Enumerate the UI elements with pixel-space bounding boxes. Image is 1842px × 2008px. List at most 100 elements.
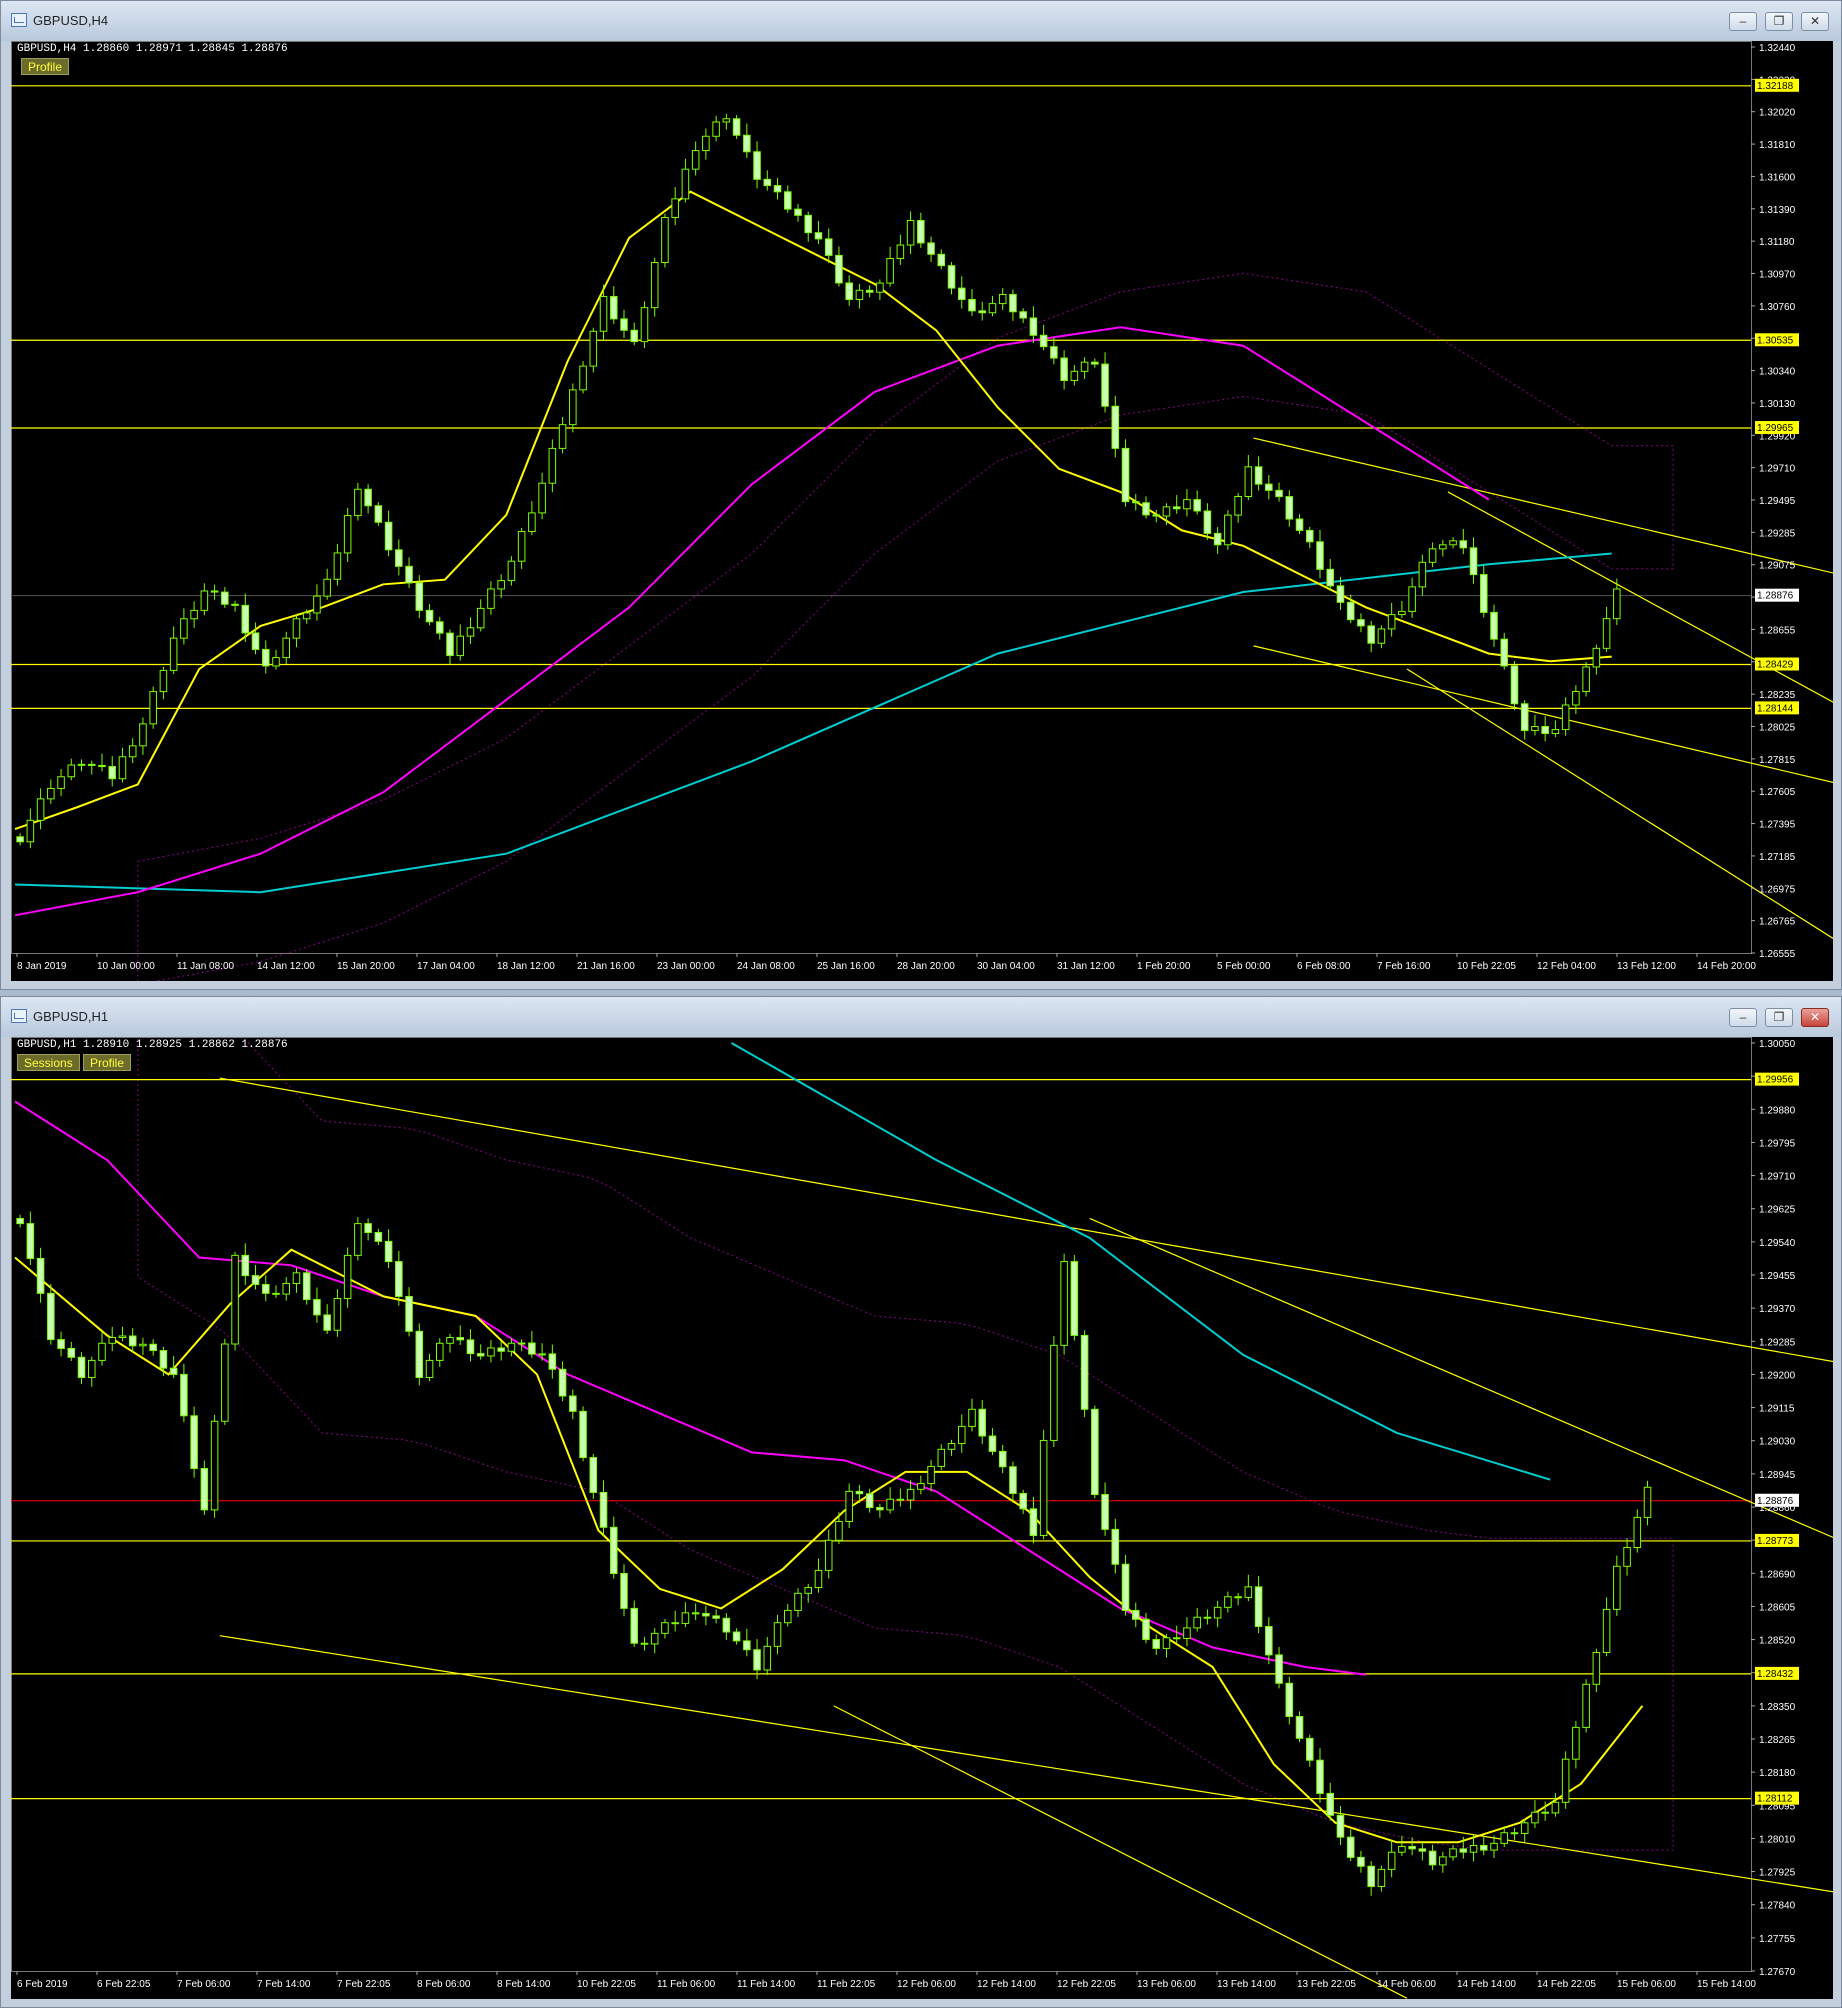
price-tick-label: 1.29710 bbox=[1759, 464, 1796, 475]
price-tick-label: 1.30130 bbox=[1759, 399, 1796, 410]
candle-body bbox=[139, 1343, 147, 1347]
candle-body bbox=[1285, 496, 1294, 520]
profile-button[interactable]: Profile bbox=[21, 58, 70, 75]
candle-body bbox=[108, 1336, 117, 1344]
candle-body bbox=[87, 1359, 96, 1379]
candle-body bbox=[917, 1483, 925, 1490]
price-tick-label: 1.29455 bbox=[1759, 1271, 1796, 1282]
candle-body bbox=[1193, 1616, 1201, 1629]
candle-body bbox=[67, 764, 76, 778]
candle-body bbox=[886, 1498, 894, 1511]
candle-body bbox=[1009, 1466, 1017, 1494]
candle-body bbox=[743, 134, 751, 153]
candle-body bbox=[661, 216, 669, 264]
price-chart-h4[interactable]: 1.324401.322301.320201.318101.316001.313… bbox=[11, 41, 1833, 981]
candle-body bbox=[190, 609, 198, 620]
minimize-button[interactable]: – bbox=[1729, 12, 1757, 31]
time-tick-label: 13 Feb 12:00 bbox=[1617, 961, 1676, 972]
candle-body bbox=[1479, 574, 1488, 613]
candle-body bbox=[671, 1622, 679, 1625]
moving-average-mid bbox=[14, 326, 1490, 917]
candle-body bbox=[1520, 703, 1529, 732]
candle-body bbox=[804, 214, 813, 234]
price-level-label: 1.28876 bbox=[1757, 591, 1794, 602]
candle-body bbox=[927, 242, 935, 255]
title-bar[interactable]: GBPUSD,H4 – ❐ ✕ bbox=[1, 1, 1841, 41]
candle-body bbox=[1428, 548, 1437, 563]
price-tick-label: 1.29115 bbox=[1759, 1404, 1795, 1415]
price-tick-label: 1.30340 bbox=[1759, 367, 1796, 378]
price-tick-label: 1.28690 bbox=[1759, 1569, 1796, 1580]
price-tick-label: 1.31600 bbox=[1759, 172, 1796, 183]
price-tick-label: 1.29625 bbox=[1759, 1205, 1796, 1216]
candle-body bbox=[1070, 370, 1079, 381]
candle-body bbox=[1234, 1596, 1242, 1599]
candle-body bbox=[343, 1254, 352, 1300]
candle-body bbox=[906, 219, 915, 246]
profile-button[interactable]: Profile bbox=[83, 1054, 132, 1071]
price-tick-label: 1.28945 bbox=[1759, 1470, 1796, 1481]
candle-body bbox=[313, 1299, 321, 1316]
close-button[interactable]: ✕ bbox=[1801, 12, 1829, 31]
candle-body bbox=[1387, 1851, 1396, 1870]
candle-body bbox=[835, 1521, 843, 1541]
title-bar[interactable]: GBPUSD,H1 – ❐ ✕ bbox=[1, 997, 1841, 1037]
candle-body bbox=[1111, 405, 1120, 449]
candlestick-chart-h4[interactable]: 1.324401.322301.320201.318101.316001.313… bbox=[11, 41, 1833, 981]
close-button[interactable]: ✕ bbox=[1801, 1008, 1829, 1027]
candle-body bbox=[957, 287, 966, 300]
price-tick-label: 1.28605 bbox=[1759, 1602, 1796, 1613]
candle-body bbox=[466, 1339, 475, 1355]
candle-body bbox=[732, 118, 741, 136]
candle-body bbox=[1398, 1845, 1406, 1853]
price-chart-h1[interactable]: 1.300501.299651.298801.297951.297101.296… bbox=[11, 1037, 1833, 1999]
candle-body bbox=[1643, 1486, 1652, 1518]
time-tick-label: 24 Jan 08:00 bbox=[737, 961, 795, 972]
candle-body bbox=[1418, 561, 1427, 588]
candle-body bbox=[1408, 1845, 1416, 1850]
candle-body bbox=[456, 1336, 465, 1341]
time-tick-label: 10 Jan 00:00 bbox=[97, 961, 155, 972]
candle-body bbox=[1295, 1715, 1304, 1739]
candle-body bbox=[794, 1592, 802, 1611]
restore-button[interactable]: ❐ bbox=[1765, 12, 1793, 31]
candle-body bbox=[323, 578, 331, 597]
candle-body bbox=[1346, 601, 1355, 621]
chart-window-h1[interactable]: GBPUSD,H1 – ❐ ✕ 1.300501.299651.298801.2… bbox=[0, 996, 1842, 2008]
candle-body bbox=[476, 607, 485, 629]
candle-body bbox=[855, 289, 864, 300]
candle-body bbox=[1613, 588, 1621, 620]
candle-body bbox=[98, 1342, 106, 1361]
candle-body bbox=[1131, 1609, 1140, 1620]
candle-body bbox=[26, 1223, 35, 1259]
restore-button[interactable]: ❐ bbox=[1765, 1008, 1793, 1027]
price-tick-label: 1.29540 bbox=[1759, 1238, 1796, 1249]
candle-body bbox=[415, 1330, 424, 1379]
candle-body bbox=[476, 1353, 485, 1357]
time-tick-label: 15 Feb 06:00 bbox=[1617, 1979, 1676, 1990]
ichimoku-cloud bbox=[137, 1037, 1674, 1851]
price-tick-label: 1.29285 bbox=[1759, 528, 1796, 539]
sessions-button[interactable]: Sessions bbox=[17, 1054, 80, 1071]
candle-body bbox=[640, 307, 649, 343]
candle-body bbox=[374, 1231, 383, 1242]
window-title: GBPUSD,H4 bbox=[33, 13, 109, 28]
candle-body bbox=[650, 1632, 659, 1645]
candle-body bbox=[773, 185, 782, 193]
time-tick-label: 12 Feb 06:00 bbox=[897, 1979, 956, 1990]
candle-body bbox=[1111, 1528, 1120, 1565]
time-tick-label: 13 Feb 14:00 bbox=[1217, 1979, 1276, 1990]
price-tick-label: 1.28235 bbox=[1759, 690, 1796, 701]
candle-body bbox=[343, 515, 352, 554]
candle-body bbox=[1142, 502, 1150, 516]
candle-body bbox=[599, 295, 608, 332]
chart-window-h4[interactable]: GBPUSD,H4 – ❐ ✕ 1.324401.322301.320201.3… bbox=[0, 0, 1842, 990]
candle-body bbox=[282, 1282, 291, 1295]
candle-body bbox=[968, 1408, 976, 1427]
candle-body bbox=[67, 1347, 76, 1358]
minimize-button[interactable]: – bbox=[1729, 1008, 1757, 1027]
candlestick-chart-h1[interactable]: 1.300501.299651.298801.297951.297101.296… bbox=[11, 1037, 1833, 1999]
candle-body bbox=[272, 657, 280, 667]
candle-body bbox=[251, 1275, 260, 1285]
candle-body bbox=[1623, 1547, 1631, 1567]
